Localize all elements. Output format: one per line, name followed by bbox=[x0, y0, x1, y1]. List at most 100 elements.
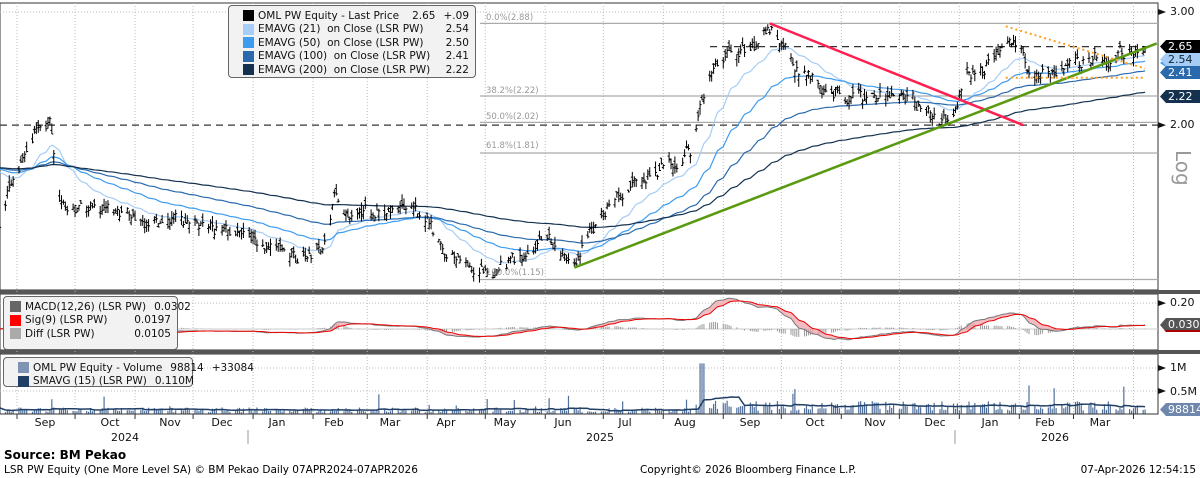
price-bar bbox=[102, 198, 106, 211]
price-bar bbox=[808, 75, 812, 84]
ema100-tag: 2.41 bbox=[1160, 66, 1200, 79]
price-bar bbox=[220, 225, 224, 236]
price-bar bbox=[1073, 51, 1077, 65]
price-bar bbox=[3, 200, 7, 211]
price-bar bbox=[870, 92, 874, 95]
series-name: OML PW Equity - Last Price bbox=[258, 9, 400, 22]
axis-tick-marker bbox=[1158, 9, 1166, 15]
price-bar bbox=[361, 205, 365, 220]
price-bar bbox=[940, 113, 944, 126]
price-bar bbox=[657, 162, 661, 172]
price-bar bbox=[603, 211, 607, 220]
price-bar bbox=[1046, 66, 1050, 78]
price-bar bbox=[1021, 46, 1025, 56]
price-bar bbox=[741, 37, 745, 47]
price-bar bbox=[90, 202, 94, 209]
price-bar bbox=[431, 231, 435, 237]
price-bar bbox=[309, 254, 313, 264]
price-bar bbox=[654, 161, 658, 177]
price-bar bbox=[580, 235, 584, 249]
price-bar bbox=[174, 209, 178, 223]
series-value: 2.50 bbox=[445, 36, 469, 49]
price-bar bbox=[44, 120, 48, 132]
price-bar bbox=[876, 97, 880, 102]
price-bar bbox=[437, 238, 441, 243]
price-bar bbox=[454, 256, 458, 269]
price-bar bbox=[456, 253, 460, 258]
month-label: Nov bbox=[159, 416, 181, 429]
series-name: EMAVG (50) on Close (LSR PW) bbox=[258, 36, 424, 49]
price-bar bbox=[671, 163, 675, 177]
tick-0.5M: 0.5M bbox=[1170, 385, 1197, 398]
price-bar bbox=[849, 96, 853, 105]
price-bar bbox=[806, 69, 810, 79]
month-label: Feb bbox=[324, 416, 344, 429]
price-bar bbox=[342, 209, 346, 216]
price-bar bbox=[402, 198, 406, 211]
price-bar bbox=[439, 241, 443, 251]
price-bar bbox=[971, 64, 975, 74]
price-bar bbox=[563, 252, 567, 262]
month-label: Sep bbox=[739, 416, 761, 429]
price-bar bbox=[565, 254, 569, 264]
price-bar bbox=[547, 226, 551, 241]
series-name: Sig(9) (LSR PW) bbox=[25, 314, 108, 327]
fib-label-0: 0.0%(2.88) bbox=[486, 13, 534, 23]
price-bar bbox=[79, 199, 83, 204]
price-bar bbox=[845, 99, 849, 107]
price-bar bbox=[735, 53, 739, 67]
legend_macd-row: MACD(12,26) (LSR PW) 0.0302 bbox=[10, 300, 191, 314]
price-bar bbox=[1035, 69, 1039, 84]
month-label: Dec bbox=[924, 416, 946, 429]
price-bar bbox=[263, 248, 267, 254]
price-bar bbox=[795, 60, 799, 72]
price-bar bbox=[818, 84, 822, 94]
price-bar bbox=[19, 155, 23, 163]
price-bar bbox=[510, 252, 514, 258]
series-change: +.09 bbox=[443, 9, 470, 22]
price-bar bbox=[586, 231, 590, 239]
price-bar bbox=[383, 204, 387, 221]
price-bar bbox=[181, 220, 185, 228]
price-bar bbox=[924, 107, 928, 117]
legend_volume-row: OML PW Equity - Volume 98814 +33084 bbox=[18, 361, 254, 375]
price-bar bbox=[617, 187, 621, 203]
price-bar bbox=[197, 222, 201, 237]
price-bar bbox=[613, 197, 617, 208]
swatch-icon bbox=[243, 64, 254, 76]
legend_main-row: EMAVG (50) on Close (LSR PW) 2.50 bbox=[243, 36, 469, 50]
price-bar bbox=[605, 202, 609, 210]
price-bar bbox=[479, 258, 483, 267]
footer-left: LSR PW Equity (One More Level SA) © BM P… bbox=[4, 464, 418, 476]
price-bar bbox=[398, 201, 402, 215]
year-2024: 2024 bbox=[111, 431, 139, 444]
price-bar bbox=[661, 164, 665, 170]
price-bar bbox=[414, 197, 418, 212]
price-bar bbox=[224, 220, 228, 233]
legend_main-row: EMAVG (100) on Close (LSR PW) 2.41 bbox=[243, 50, 469, 64]
price-bar bbox=[698, 100, 702, 115]
price-bar bbox=[282, 247, 286, 252]
bloomberg-chart: OML PW Equity - Last Price 2.65 +.09 EMAVG … bbox=[0, 0, 1200, 478]
price-bar bbox=[727, 40, 731, 51]
price-bar bbox=[253, 229, 257, 246]
price-bar bbox=[294, 254, 298, 264]
price-bar bbox=[1013, 36, 1017, 53]
price-bar bbox=[127, 210, 131, 221]
price-bar bbox=[468, 262, 472, 268]
price-bar bbox=[930, 113, 934, 127]
price-bar bbox=[913, 96, 917, 111]
price-bar bbox=[979, 63, 983, 76]
legend_main-row: EMAVG (21) on Close (LSR PW) 2.54 bbox=[243, 23, 469, 37]
price-panel bbox=[0, 2, 1159, 291]
tick-2.00: 2.00 bbox=[1170, 118, 1195, 131]
price-bar bbox=[770, 25, 774, 31]
month-label: Mar bbox=[379, 416, 401, 429]
price-bar bbox=[667, 152, 671, 163]
price-bar bbox=[714, 58, 718, 67]
price-bar bbox=[640, 176, 644, 190]
price-bar bbox=[315, 242, 319, 251]
price-bar bbox=[729, 44, 733, 53]
price-bar bbox=[73, 204, 77, 218]
log-scale-label: Log bbox=[1171, 150, 1195, 186]
